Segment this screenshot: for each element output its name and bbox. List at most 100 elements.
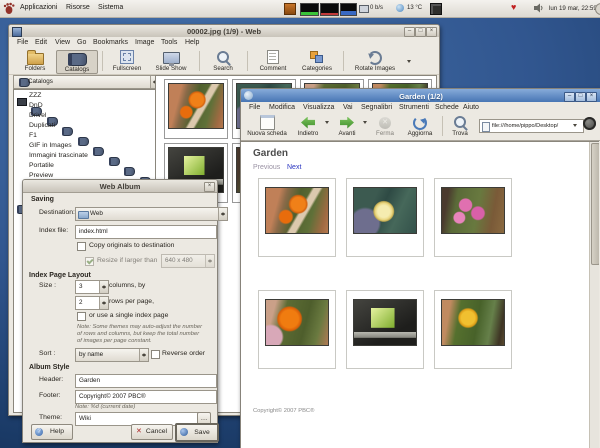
content-scrollbar[interactable] xyxy=(589,142,599,448)
columns-spinbox[interactable]: 3 xyxy=(75,280,109,294)
copy-originals-checkbox[interactable] xyxy=(77,242,86,251)
clock[interactable]: lun 19 mar, 22:59 xyxy=(549,5,597,12)
weather-icon[interactable] xyxy=(396,4,404,12)
destination-combo[interactable]: Web xyxy=(75,207,228,221)
browser-menu-bookmarks[interactable]: Segnalibri xyxy=(361,104,392,111)
photo-card[interactable] xyxy=(258,178,336,257)
photo-pale-yellow-rose[interactable] xyxy=(353,187,417,234)
browser-menu-edit[interactable]: Modifica xyxy=(269,104,295,111)
catalog-item[interactable]: DnD xyxy=(29,102,43,109)
photo-yellow-rose-garden[interactable] xyxy=(441,299,505,346)
gthumb-menu-go[interactable]: Go xyxy=(77,39,86,46)
panel-menu-applications[interactable]: Applicazioni xyxy=(20,4,57,11)
header-input[interactable]: Garden xyxy=(75,374,217,388)
workspace-applet-icon[interactable] xyxy=(430,3,442,15)
rows-spinbox[interactable]: 2 xyxy=(75,296,109,310)
photo-card[interactable] xyxy=(434,290,512,369)
photo-card[interactable] xyxy=(346,178,424,257)
previous-link[interactable]: Previous xyxy=(253,164,280,171)
photo-dark-room-bright-screen[interactable] xyxy=(353,299,417,346)
network-icon[interactable] xyxy=(359,5,369,13)
gthumb-maximize-button[interactable]: □ xyxy=(415,27,426,37)
browser-titlebar[interactable]: Garden (1/2) – □ × xyxy=(241,89,600,103)
gthumb-close-button[interactable]: × xyxy=(426,27,437,37)
panel-menu-system[interactable]: Sistema xyxy=(98,4,123,11)
gthumb-minimize-button[interactable]: – xyxy=(404,27,415,37)
footer-input[interactable]: Copyright© 2007 PBC® xyxy=(75,390,217,404)
browser-menu-help[interactable]: Aiuto xyxy=(463,104,479,111)
rows-spin-arrows[interactable] xyxy=(99,297,108,309)
photo-orange-gazania[interactable] xyxy=(265,299,329,346)
memory-monitor-applet[interactable] xyxy=(320,3,339,16)
gthumb-menu-view[interactable]: View xyxy=(55,39,70,46)
new-tab-button[interactable]: Nuova scheda xyxy=(245,115,289,137)
fullscreen-button[interactable]: Fullscreen xyxy=(107,50,147,72)
back-button[interactable]: Indietro xyxy=(293,115,323,137)
photo-orange-marigold-pot[interactable] xyxy=(265,187,329,234)
gthumb-menu-file[interactable]: File xyxy=(17,39,28,46)
browser-minimize-button[interactable]: – xyxy=(564,92,575,102)
cpu-monitor-applet[interactable] xyxy=(300,3,319,16)
search-button[interactable]: Search xyxy=(205,50,241,72)
browser-menu-file[interactable]: File xyxy=(249,104,260,111)
save-button[interactable]: Save xyxy=(175,423,219,442)
catalog-item[interactable]: Portatile xyxy=(29,162,54,169)
gthumb-menu-edit[interactable]: Edit xyxy=(35,39,47,46)
catalog-item[interactable]: Duplicati xyxy=(29,122,55,129)
catalog-item[interactable]: Drivel xyxy=(29,112,46,119)
browser-close-button[interactable]: × xyxy=(586,92,597,102)
find-button[interactable]: Trova xyxy=(447,115,473,137)
categories-button[interactable]: Categories xyxy=(295,50,339,72)
browser-menu-tabs[interactable]: Schede xyxy=(435,104,459,111)
panel-menu-places[interactable]: Risorse xyxy=(66,4,90,11)
gthumb-menu-help[interactable]: Help xyxy=(185,39,199,46)
notification-app-icon[interactable] xyxy=(284,3,296,15)
gthumb-menu-tools[interactable]: Tools xyxy=(161,39,177,46)
photo-card[interactable] xyxy=(258,290,336,369)
browser-maximize-button[interactable]: □ xyxy=(575,92,586,102)
columns-spin-arrows[interactable] xyxy=(99,281,108,293)
photo-pink-flowers[interactable] xyxy=(441,187,505,234)
next-link[interactable]: Next xyxy=(287,164,301,171)
catalog-item[interactable]: GIF in Images xyxy=(29,142,72,149)
cancel-button[interactable]: ✕ Cancel xyxy=(131,424,173,440)
resize-size-combo[interactable]: 640 x 480 xyxy=(161,254,215,268)
thumbnail-card[interactable] xyxy=(164,79,228,139)
forward-button[interactable]: Avanti xyxy=(333,115,361,137)
sidebar-view-selector[interactable]: Catalogs xyxy=(13,75,160,89)
browser-menu-go[interactable]: Vai xyxy=(343,104,353,111)
single-index-checkbox[interactable] xyxy=(77,312,86,321)
url-bar[interactable]: file:///home/pippo/Desktop/ xyxy=(479,119,584,133)
sort-combo[interactable]: by name xyxy=(75,348,149,362)
toolbar-overflow-chevron[interactable] xyxy=(407,60,411,65)
catalogs-button[interactable]: Catalogs xyxy=(56,50,98,74)
browser-menu-view[interactable]: Visualizza xyxy=(303,104,334,111)
catalog-item[interactable]: ZZZ xyxy=(29,92,41,99)
net-monitor-applet[interactable] xyxy=(340,3,357,16)
index-file-input[interactable]: index.html xyxy=(75,225,217,239)
catalog-item[interactable]: Preview xyxy=(29,172,53,179)
reload-button[interactable]: Aggiorna xyxy=(403,115,437,137)
dialog-titlebar[interactable]: Web Album × xyxy=(23,180,217,193)
stop-button[interactable]: ✕Ferma xyxy=(371,115,399,137)
session-icon[interactable] xyxy=(595,3,600,15)
gthumb-menu-image[interactable]: Image xyxy=(135,39,154,46)
volume-icon[interactable] xyxy=(534,3,544,13)
help-button[interactable]: ? Help xyxy=(31,424,73,440)
photo-card[interactable] xyxy=(346,290,424,369)
forward-history-chevron[interactable] xyxy=(363,121,367,126)
catalog-item[interactable]: Immagini trascinate xyxy=(29,152,88,159)
distro-update-icon[interactable]: ♥ xyxy=(511,2,516,13)
reverse-order-checkbox[interactable] xyxy=(151,350,160,359)
back-history-chevron[interactable] xyxy=(325,121,329,126)
slideshow-button[interactable]: Slide Show xyxy=(149,50,193,72)
scrollbar-thumb[interactable] xyxy=(591,143,599,265)
url-dropdown-chevron[interactable] xyxy=(573,124,577,129)
resize-checkbox[interactable] xyxy=(85,257,94,266)
browser-menu-tools[interactable]: Strumenti xyxy=(399,104,429,111)
folders-button[interactable]: Folders xyxy=(17,50,53,72)
photo-card[interactable] xyxy=(434,178,512,257)
gthumb-menu-bookmarks[interactable]: Bookmarks xyxy=(93,39,128,46)
rotate-images-button[interactable]: Rotate Images xyxy=(349,50,401,72)
catalog-item[interactable]: F1 xyxy=(29,132,37,139)
